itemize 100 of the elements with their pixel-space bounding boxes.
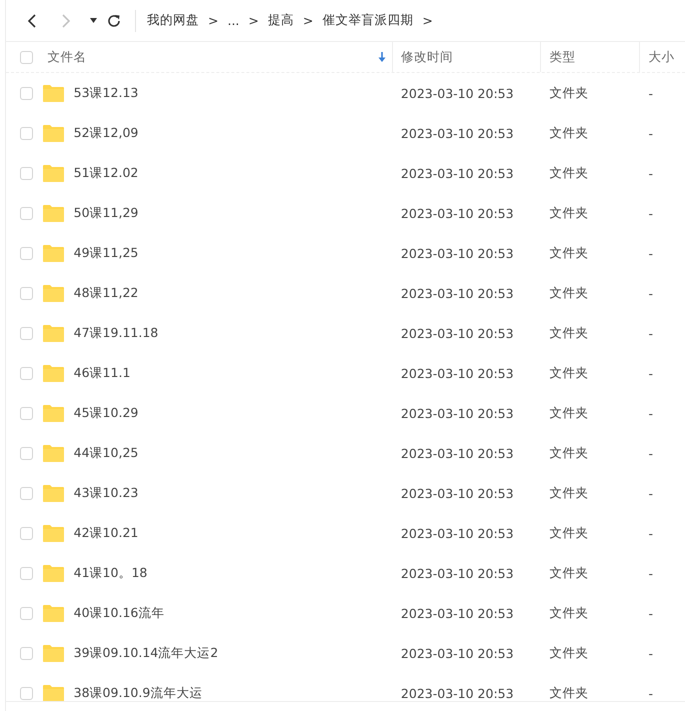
- row-checkbox[interactable]: [20, 606, 33, 620]
- file-type: 文件夹: [549, 444, 588, 460]
- file-name[interactable]: 53课12.13: [74, 84, 138, 102]
- file-name[interactable]: 42课10.21: [74, 524, 138, 542]
- folder-icon: [42, 164, 64, 182]
- file-size: -: [648, 486, 653, 500]
- breadcrumb-link[interactable]: 提高: [268, 12, 294, 29]
- folder-icon: [42, 284, 64, 302]
- file-type: 文件夹: [549, 364, 588, 380]
- file-type: 文件夹: [549, 324, 588, 340]
- column-header[interactable]: 大小: [640, 42, 685, 72]
- file-type: 文件夹: [549, 284, 588, 300]
- file-size: -: [648, 86, 653, 100]
- modified-time: 2023-03-10 20:53: [400, 286, 514, 300]
- column-header[interactable]: 文件名: [42, 42, 393, 72]
- row-checkbox[interactable]: [20, 126, 33, 140]
- row-checkbox[interactable]: [20, 446, 33, 460]
- modified-time: 2023-03-10 20:53: [400, 406, 514, 420]
- file-type: 文件夹: [549, 204, 588, 220]
- file-size: -: [648, 686, 653, 700]
- file-name[interactable]: 52课12,09: [74, 124, 138, 142]
- chevron-left-icon[interactable]: [27, 12, 37, 28]
- folder-icon: [42, 124, 64, 142]
- file-size: -: [648, 126, 653, 140]
- row-checkbox[interactable]: [20, 246, 33, 260]
- folder-icon: [42, 564, 64, 582]
- file-type: 文件夹: [549, 644, 588, 660]
- file-size: -: [648, 526, 653, 540]
- folder-icon: [42, 604, 64, 622]
- column-header[interactable]: 修改时间: [392, 42, 542, 72]
- modified-time: 2023-03-10 20:53: [400, 606, 514, 620]
- row-checkbox[interactable]: [20, 366, 33, 380]
- folder-icon: [42, 644, 64, 662]
- breadcrumb-link[interactable]: ...: [227, 13, 240, 28]
- file-name[interactable]: 51课12.02: [74, 164, 138, 182]
- folder-icon: [42, 324, 64, 342]
- file-name[interactable]: 48课11,22: [74, 284, 138, 302]
- refresh-icon[interactable]: [107, 14, 121, 28]
- file-size: -: [648, 606, 653, 620]
- row-checkbox[interactable]: [20, 326, 33, 340]
- folder-icon: [42, 484, 64, 502]
- file-size: -: [648, 566, 653, 580]
- row-checkbox[interactable]: [20, 286, 33, 300]
- file-name[interactable]: 41课10。18: [74, 564, 148, 582]
- row-checkbox[interactable]: [20, 486, 33, 500]
- breadcrumb-separator: >: [248, 13, 259, 28]
- folder-icon: [42, 244, 64, 262]
- file-name[interactable]: 40课10.16流年: [74, 604, 164, 622]
- file-size: -: [648, 646, 653, 660]
- file-size: -: [648, 246, 653, 260]
- file-type: 文件夹: [549, 684, 588, 700]
- select-all-checkbox[interactable]: [20, 50, 33, 64]
- row-checkbox[interactable]: [20, 526, 33, 540]
- file-name[interactable]: 43课10.23: [74, 484, 138, 502]
- folder-icon: [42, 84, 64, 102]
- file-name[interactable]: 50课11,29: [74, 204, 138, 222]
- folder-icon: [42, 364, 64, 382]
- file-size: -: [648, 406, 653, 420]
- file-name[interactable]: 49课11,25: [74, 244, 138, 262]
- file-type: 文件夹: [549, 404, 588, 420]
- file-type: 文件夹: [549, 564, 588, 580]
- folder-icon: [42, 684, 64, 701]
- file-type: 文件夹: [549, 164, 588, 180]
- folder-icon: [42, 204, 64, 222]
- file-type: 文件夹: [549, 604, 588, 620]
- breadcrumb-link[interactable]: 我的网盘: [147, 12, 199, 29]
- row-checkbox[interactable]: [20, 566, 33, 580]
- breadcrumb-link[interactable]: 催文举盲派四期: [322, 12, 414, 29]
- row-checkbox[interactable]: [20, 646, 33, 660]
- folder-icon: [42, 524, 64, 542]
- file-size: -: [648, 166, 653, 180]
- caret-icon[interactable]: [90, 18, 97, 23]
- row-checkbox[interactable]: [20, 86, 33, 100]
- file-size: -: [648, 326, 653, 340]
- file-name[interactable]: 45课10.29: [74, 404, 138, 422]
- row-checkbox[interactable]: [20, 206, 33, 220]
- modified-time: 2023-03-10 20:53: [400, 326, 514, 340]
- folder-icon: [42, 444, 64, 462]
- file-name[interactable]: 44课10,25: [74, 444, 138, 462]
- row-checkbox[interactable]: [20, 406, 33, 420]
- file-name[interactable]: 38课09.10.9流年大运: [74, 684, 202, 701]
- file-size: -: [648, 286, 653, 300]
- file-name[interactable]: 46课11.1: [74, 364, 130, 382]
- file-name[interactable]: 47课19.11.18: [74, 324, 158, 342]
- modified-time: 2023-03-10 20:53: [400, 686, 514, 700]
- modified-time: 2023-03-10 20:53: [400, 526, 514, 540]
- file-type: 文件夹: [549, 84, 588, 100]
- modified-time: 2023-03-10 20:53: [400, 366, 514, 380]
- folder-icon: [42, 404, 64, 422]
- row-checkbox[interactable]: [20, 686, 33, 700]
- file-size: -: [648, 206, 653, 220]
- column-header[interactable]: 类型: [541, 42, 640, 72]
- file-type: 文件夹: [549, 524, 588, 540]
- modified-time: 2023-03-10 20:53: [400, 486, 514, 500]
- file-name[interactable]: 39课09.10.14流年大运2: [74, 644, 218, 662]
- modified-time: 2023-03-10 20:53: [400, 646, 514, 660]
- breadcrumb-separator: >: [302, 13, 314, 28]
- modified-time: 2023-03-10 20:53: [400, 166, 514, 180]
- modified-time: 2023-03-10 20:53: [400, 566, 514, 580]
- row-checkbox[interactable]: [20, 166, 33, 180]
